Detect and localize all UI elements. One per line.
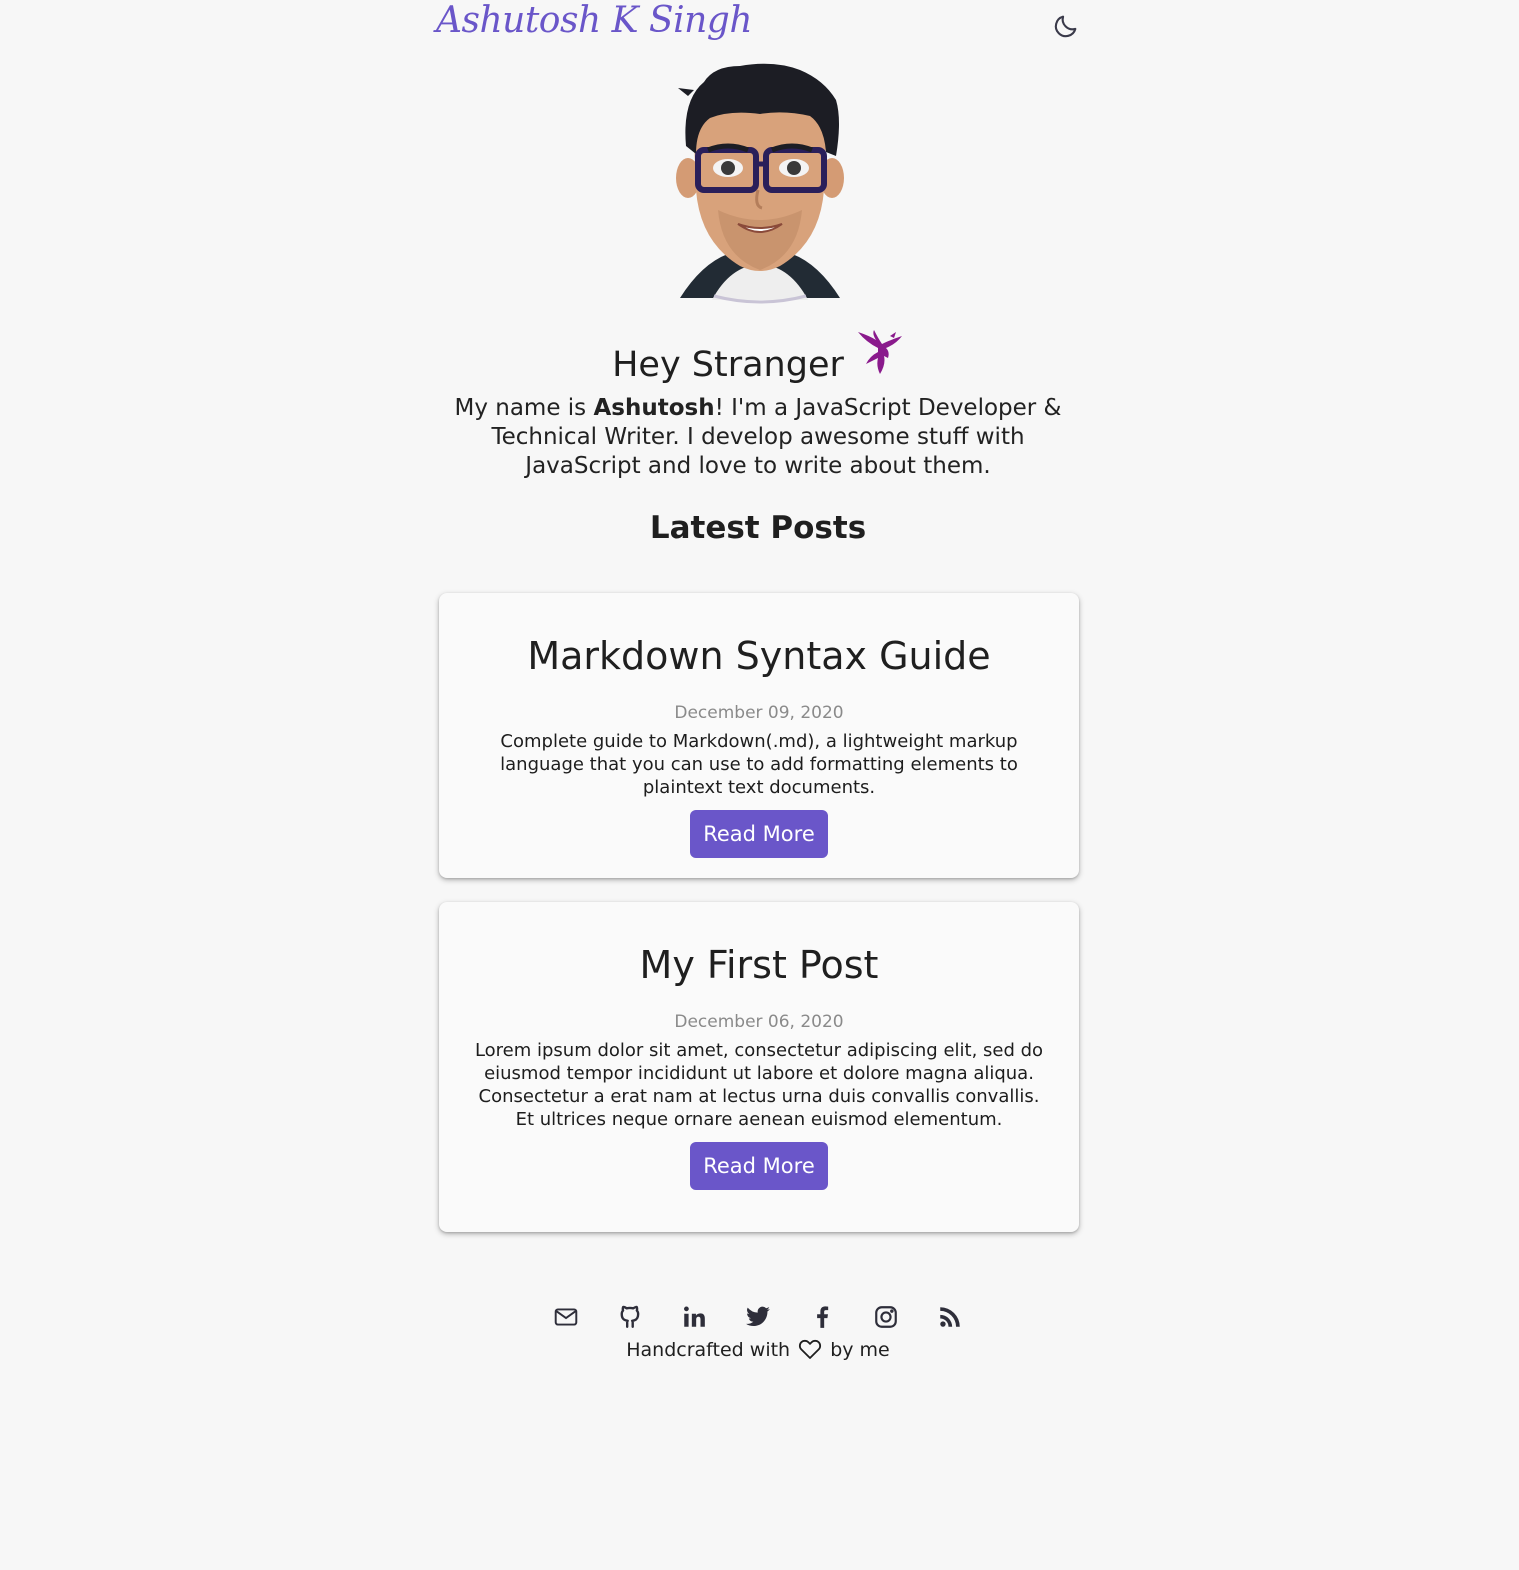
- credit-suffix: by me: [830, 1339, 890, 1361]
- intro-name: Ashutosh: [593, 395, 715, 421]
- read-more-button[interactable]: Read More: [690, 1142, 828, 1190]
- github-icon[interactable]: [612, 1300, 648, 1334]
- twitter-icon[interactable]: [740, 1300, 776, 1334]
- site-brand[interactable]: Ashutosh K Singh: [436, 0, 753, 41]
- post-date: December 09, 2020: [674, 703, 844, 723]
- credit-prefix: Handcrafted with: [626, 1339, 791, 1361]
- moon-icon[interactable]: [1052, 12, 1080, 40]
- hero-title: Hey Stranger: [612, 330, 904, 385]
- mail-icon[interactable]: [548, 1300, 584, 1334]
- intro-prefix: My name is: [454, 395, 594, 421]
- post-date: December 06, 2020: [674, 1012, 844, 1032]
- rss-icon[interactable]: [932, 1300, 968, 1334]
- heart-icon: [799, 1339, 822, 1359]
- latest-posts-heading: Latest Posts: [649, 510, 867, 546]
- linkedin-icon[interactable]: [676, 1300, 712, 1334]
- intro-text: My name is Ashutosh! I'm a JavaScript De…: [436, 394, 1080, 481]
- post-card: My First Post December 06, 2020 Lorem ip…: [439, 902, 1079, 1232]
- post-title[interactable]: Markdown Syntax Guide: [469, 633, 1049, 679]
- avatar: [676, 63, 844, 304]
- footer-credit: Handcrafted with by me: [436, 1336, 1080, 1364]
- instagram-icon[interactable]: [868, 1300, 904, 1334]
- post-card: Markdown Syntax Guide December 09, 2020 …: [439, 593, 1079, 878]
- site-header: Ashutosh K Singh: [436, 0, 1080, 54]
- hero: Hey Stranger My name is Ashutosh! I'm a …: [436, 330, 1080, 481]
- greeting-text: Hey Stranger: [612, 344, 844, 385]
- read-more-button[interactable]: Read More: [690, 810, 828, 858]
- social-links: [548, 1300, 968, 1334]
- facebook-icon[interactable]: [804, 1300, 840, 1334]
- post-title[interactable]: My First Post: [469, 942, 1049, 988]
- post-excerpt: Lorem ipsum dolor sit amet, consectetur …: [474, 1040, 1044, 1130]
- bird-icon: [857, 330, 902, 374]
- post-excerpt: Complete guide to Markdown(.md), a light…: [500, 731, 1018, 798]
